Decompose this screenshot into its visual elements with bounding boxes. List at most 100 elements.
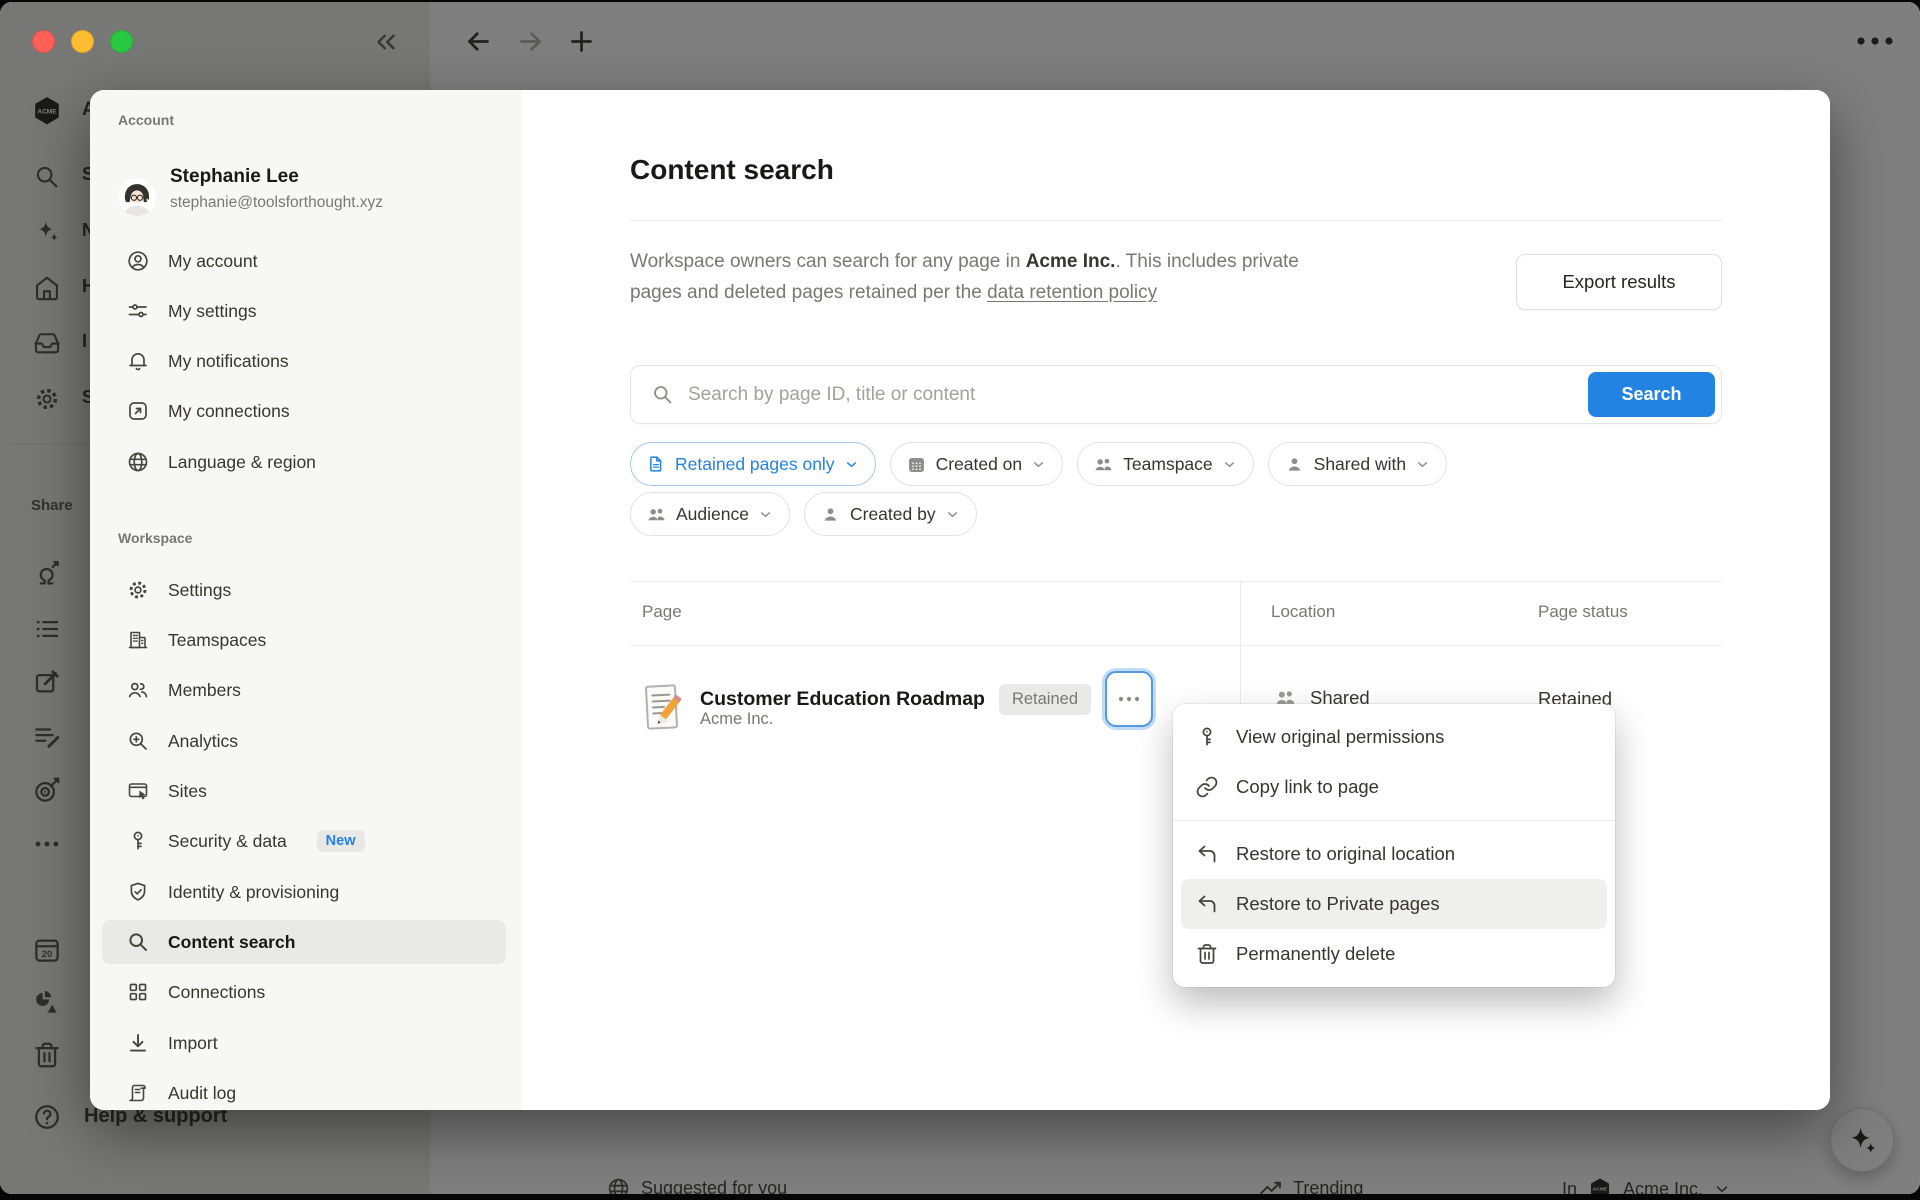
- title-divider: [630, 220, 1722, 221]
- account-section-label: Account: [118, 112, 174, 128]
- restore-undo-icon: [1195, 892, 1219, 916]
- arrow-up-right-square-icon: [126, 399, 150, 423]
- key-icon: [1195, 725, 1219, 749]
- sidebar-item-security-data[interactable]: Security & data New: [102, 819, 506, 863]
- sidebar-item-label: Identity & provisioning: [168, 882, 339, 903]
- shield-check-icon: [126, 880, 150, 904]
- sidebar-item-label: Audit log: [168, 1083, 236, 1104]
- filter-retained-pages-only[interactable]: Retained pages only: [630, 442, 876, 486]
- zoom-window-button[interactable]: [110, 30, 133, 53]
- sidebar-item-my-settings[interactable]: My settings: [102, 289, 506, 333]
- column-header-location: Location: [1271, 602, 1335, 622]
- close-window-button[interactable]: [32, 30, 55, 53]
- chevron-down-icon: [758, 507, 773, 522]
- sidebar-item-analytics[interactable]: Analytics: [102, 719, 506, 763]
- user-name: Stephanie Lee: [170, 166, 299, 188]
- description-text: Workspace owners can search for any page…: [630, 251, 1026, 272]
- download-icon: [126, 1031, 150, 1055]
- sidebar-item-label: My settings: [168, 301, 257, 322]
- minimize-window-button[interactable]: [71, 30, 94, 53]
- sidebar-item-import[interactable]: Import: [102, 1021, 506, 1065]
- person-icon: [1284, 454, 1305, 475]
- sidebar-item-sites[interactable]: Sites: [102, 769, 506, 813]
- sidebar-item-label: Members: [168, 680, 241, 701]
- column-header-page: Page: [642, 602, 682, 622]
- person-circle-icon: [126, 249, 150, 273]
- sidebar-item-settings[interactable]: Settings: [102, 568, 506, 612]
- filter-shared-with[interactable]: Shared with: [1268, 442, 1447, 486]
- sidebar-item-language-region[interactable]: Language & region: [102, 440, 506, 484]
- account-user[interactable]: [118, 178, 156, 216]
- menu-item-restore-private-pages[interactable]: Restore to Private pages: [1181, 879, 1607, 929]
- page-title: Content search: [630, 154, 834, 186]
- column-header-page-status: Page status: [1538, 602, 1628, 622]
- sidebar-item-label: My notifications: [168, 351, 289, 372]
- sidebar-item-teamspaces[interactable]: Teamspaces: [102, 618, 506, 662]
- globe-icon: [126, 450, 150, 474]
- menu-item-restore-original-location[interactable]: Restore to original location: [1181, 829, 1607, 879]
- bell-icon: [126, 349, 150, 373]
- sidebar-item-my-account[interactable]: My account: [102, 239, 506, 283]
- chevron-down-icon: [1415, 457, 1430, 472]
- content-search-bar: Search: [630, 365, 1722, 424]
- menu-item-view-original-permissions[interactable]: View original permissions: [1181, 712, 1607, 762]
- filter-created-on[interactable]: Created on: [890, 442, 1064, 486]
- people-icon: [1093, 454, 1114, 475]
- settings-modal: Account Stephanie Lee stephanie@toolsfor…: [90, 90, 1830, 1110]
- search-button[interactable]: Search: [1588, 372, 1715, 417]
- sidebar-item-label: Import: [168, 1033, 218, 1054]
- filter-row-2: Audience Created by: [630, 492, 977, 536]
- filter-label: Created on: [936, 454, 1023, 475]
- restore-undo-icon: [1195, 842, 1219, 866]
- new-badge: New: [317, 830, 365, 852]
- filter-label: Audience: [676, 504, 749, 525]
- sidebar-item-my-connections[interactable]: My connections: [102, 389, 506, 433]
- sidebar-item-label: Language & region: [168, 452, 316, 473]
- key-icon: [126, 829, 150, 853]
- menu-item-label: View original permissions: [1236, 726, 1444, 748]
- sidebar-item-my-notifications[interactable]: My notifications: [102, 339, 506, 383]
- data-retention-policy-link[interactable]: data retention policy: [987, 282, 1157, 303]
- calendar-icon: [906, 454, 927, 475]
- filter-created-by[interactable]: Created by: [804, 492, 977, 536]
- export-results-button[interactable]: Export results: [1516, 254, 1722, 310]
- page-title[interactable]: Customer Education Roadmap: [700, 688, 985, 711]
- sidebar-item-label: Settings: [168, 580, 231, 601]
- workspace-section-label: Workspace: [118, 530, 192, 546]
- chevron-down-icon: [1031, 457, 1046, 472]
- filter-teamspace[interactable]: Teamspace: [1077, 442, 1254, 486]
- sidebar-item-identity-provisioning[interactable]: Identity & provisioning: [102, 870, 506, 914]
- menu-item-permanently-delete[interactable]: Permanently delete: [1181, 929, 1607, 979]
- search-input[interactable]: [686, 383, 1721, 407]
- table-header-border: [630, 645, 1722, 646]
- row-more-button[interactable]: [1105, 671, 1153, 727]
- user-email: stephanie@toolsforthought.xyz: [170, 194, 383, 212]
- filter-row-1: Retained pages only Created on Teamspace: [630, 442, 1447, 486]
- sidebar-item-content-search[interactable]: Content search: [102, 920, 506, 964]
- chevron-down-icon: [945, 507, 960, 522]
- menu-item-label: Copy link to page: [1236, 776, 1379, 798]
- chevron-down-icon: [1222, 457, 1237, 472]
- sidebar-item-connections[interactable]: Connections: [102, 970, 506, 1014]
- filter-audience[interactable]: Audience: [630, 492, 790, 536]
- magnifier-plus-icon: [126, 729, 150, 753]
- description-workspace-name: Acme Inc.: [1026, 251, 1116, 272]
- menu-item-label: Restore to Private pages: [1236, 893, 1440, 915]
- page-subtitle: Acme Inc.: [700, 710, 773, 729]
- menu-divider: [1173, 820, 1615, 821]
- scroll-icon: [126, 1081, 150, 1105]
- browser-cursor-icon: [126, 779, 150, 803]
- gear-icon: [126, 578, 150, 602]
- search-icon: [126, 930, 150, 954]
- sidebar-item-members[interactable]: Members: [102, 668, 506, 712]
- building-icon: [126, 628, 150, 652]
- sidebar-item-audit-log[interactable]: Audit log: [102, 1071, 506, 1110]
- link-icon: [1195, 775, 1219, 799]
- settings-sidebar: Account Stephanie Lee stephanie@toolsfor…: [90, 90, 522, 1110]
- page-memo-icon: [642, 682, 684, 734]
- row-context-menu: View original permissions Copy link to p…: [1173, 704, 1615, 987]
- filter-label: Retained pages only: [675, 454, 835, 475]
- person-icon: [820, 504, 841, 525]
- traffic-lights: [32, 30, 133, 53]
- menu-item-copy-link[interactable]: Copy link to page: [1181, 762, 1607, 812]
